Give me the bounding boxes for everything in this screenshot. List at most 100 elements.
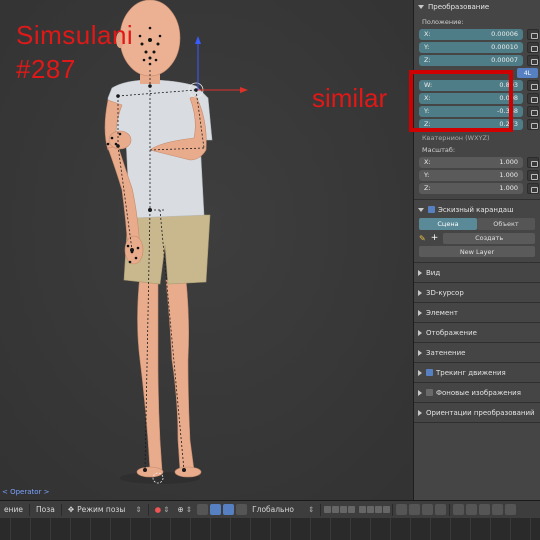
tab-scene[interactable]: Сцена — [419, 218, 477, 230]
pivot-select[interactable]: ⊕ ⇕ — [173, 503, 196, 517]
location-label: Положение: — [422, 18, 464, 26]
collapse-triangle-icon — [418, 349, 422, 356]
snap-icon[interactable] — [422, 504, 434, 515]
timeline[interactable] — [0, 518, 540, 540]
location-y-row: Y: 0.00010 — [414, 41, 540, 53]
pose-mode-icon: ✥ — [67, 505, 75, 514]
chevron-down-icon: ⇕ — [135, 505, 142, 514]
rotation-mode-select[interactable]: Кватернион (WXYZ) — [414, 133, 540, 143]
layer-button[interactable] — [331, 506, 339, 513]
pose-menu[interactable]: Поза — [32, 503, 59, 517]
timeline-tick — [310, 518, 311, 540]
timeline-tick — [150, 518, 151, 540]
orientation-select[interactable]: Глобально ⇕ — [248, 503, 318, 517]
render-anim-icon[interactable] — [505, 504, 517, 515]
view-section-header[interactable]: Вид — [414, 266, 540, 279]
rotate-manipulator-button[interactable] — [223, 504, 235, 515]
lock-icon[interactable] — [527, 182, 539, 194]
lock-icon[interactable] — [527, 41, 539, 53]
plus-icon[interactable]: + — [431, 233, 439, 243]
paste-pose-icon[interactable] — [466, 504, 478, 515]
translate-manipulator-button[interactable] — [210, 504, 222, 515]
collapse-triangle-icon — [418, 409, 422, 416]
layer-button[interactable] — [339, 506, 347, 513]
scale-manipulator-button[interactable] — [236, 504, 248, 515]
transform-title: Преобразование — [428, 2, 490, 11]
scale-x-row: X: 1.000 — [414, 156, 540, 168]
scale-x-field[interactable]: X: 1.000 — [419, 156, 523, 168]
transform-orientations-header[interactable]: Ориентации преобразований — [414, 406, 540, 419]
layer-button[interactable] — [382, 506, 390, 513]
grease-pencil-checkbox[interactable] — [428, 206, 435, 213]
layer-button[interactable] — [358, 506, 366, 513]
timeline-tick — [330, 518, 331, 540]
scale-y-row: Y: 1.000 — [414, 169, 540, 181]
location-z-field[interactable]: Z: 0.00007 — [419, 54, 523, 66]
snap-target-icon[interactable] — [435, 504, 447, 515]
lock-icon[interactable] — [527, 79, 539, 91]
timeline-tick — [110, 518, 111, 540]
lock-icon[interactable] — [527, 28, 539, 40]
lock-icon[interactable] — [527, 156, 539, 168]
layer-button[interactable] — [347, 506, 355, 513]
pencil-icon[interactable]: ✎ — [419, 234, 426, 243]
shading-section-header[interactable]: Затенение — [414, 346, 540, 359]
location-z-row: Z: 0.00007 — [414, 54, 540, 66]
motion-tracking-header[interactable]: Трекинг движения — [414, 366, 540, 379]
grease-pencil-create-row: ✎ + Создать — [419, 232, 535, 244]
view-menu[interactable]: ение — [0, 503, 27, 517]
layer-button[interactable] — [323, 506, 331, 513]
manipulator-toggle[interactable] — [197, 504, 209, 515]
location-y-field[interactable]: Y: 0.00010 — [419, 41, 523, 53]
timeline-tick — [30, 518, 31, 540]
motion-tracking-checkbox[interactable] — [426, 369, 433, 376]
timeline-tick — [130, 518, 131, 540]
paste-flipped-icon[interactable] — [479, 504, 491, 515]
timeline-tick — [50, 518, 51, 540]
location-x-field[interactable]: X: 0.00006 — [419, 28, 523, 40]
lock-icon[interactable] — [527, 105, 539, 117]
scale-y-field[interactable]: Y: 1.000 — [419, 169, 523, 181]
3d-viewport[interactable]: Simsulani #287 < Operator > — [0, 0, 413, 500]
lock-icon[interactable] — [527, 54, 539, 66]
background-images-header[interactable]: Фоновые изображения — [414, 386, 540, 399]
timeline-tick — [70, 518, 71, 540]
transform-section-header[interactable]: Преобразование — [414, 0, 540, 13]
layer-button[interactable] — [366, 506, 374, 513]
item-section-header[interactable]: Элемент — [414, 306, 540, 319]
collapse-triangle-icon — [418, 389, 422, 396]
copy-pose-icon[interactable] — [453, 504, 465, 515]
watermark-number: #287 — [16, 54, 76, 84]
layer-button[interactable] — [374, 506, 382, 513]
watermark-name: Simsulani — [16, 20, 134, 50]
lock-icon[interactable] — [396, 504, 408, 515]
timeline-tick — [410, 518, 411, 540]
blender-window: Simsulani #287 < Operator > similar Прео… — [0, 0, 540, 540]
background-images-checkbox[interactable] — [426, 389, 433, 396]
timeline-tick — [530, 518, 531, 540]
timeline-tick — [510, 518, 511, 540]
operator-label[interactable]: < Operator > — [2, 488, 50, 496]
timeline-tick — [290, 518, 291, 540]
annotation-similar: similar — [312, 83, 388, 113]
lock-icon[interactable] — [527, 118, 539, 130]
lock-icon[interactable] — [527, 169, 539, 181]
mode-select[interactable]: ✥ Режим позы ⇕ — [64, 503, 146, 517]
cursor-section-header[interactable]: 3D-курсор — [414, 286, 540, 299]
rotation-4l-toggle[interactable]: 4L — [517, 68, 538, 78]
tab-object[interactable]: Объект — [477, 218, 535, 230]
create-button[interactable]: Создать — [443, 232, 535, 244]
scale-z-field[interactable]: Z: 1.000 — [419, 182, 523, 194]
shading-select[interactable]: ● ⇕ — [151, 503, 174, 517]
location-x-row: X: 0.00006 — [414, 28, 540, 40]
chevron-down-icon: ⇕ — [163, 505, 170, 514]
display-section-header[interactable]: Отображение — [414, 326, 540, 339]
timeline-tick — [190, 518, 191, 540]
render-icon[interactable] — [492, 504, 504, 515]
proportional-edit-icon[interactable] — [409, 504, 421, 515]
lock-icon[interactable] — [527, 92, 539, 104]
new-layer-button[interactable]: New Layer — [419, 246, 535, 257]
timeline-tick — [90, 518, 91, 540]
grease-pencil-header[interactable]: Эскизный карандаш — [414, 203, 540, 216]
timeline-tick — [390, 518, 391, 540]
